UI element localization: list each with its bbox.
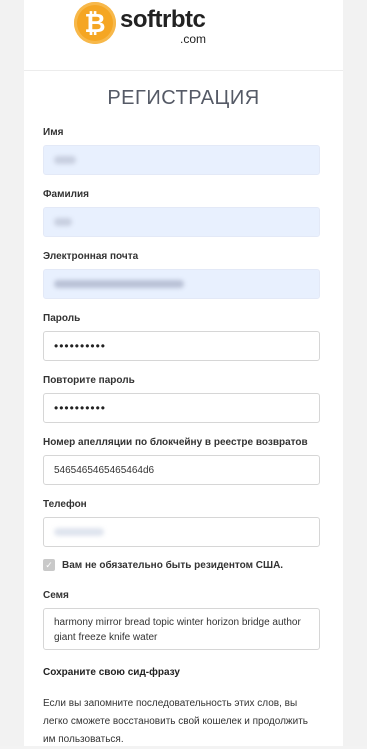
bitcoin-icon: ₿ xyxy=(74,2,116,44)
save-seed-text: Если вы запомните последовательность эти… xyxy=(43,698,308,745)
right-gutter xyxy=(342,0,367,746)
first-name-field[interactable] xyxy=(43,145,320,175)
brand-logo[interactable]: ₿ softrbtc .com xyxy=(74,2,284,46)
password-repeat-value: •••••••••• xyxy=(54,401,107,415)
last-name-label: Фамилия xyxy=(43,189,89,200)
brand-domain: .com xyxy=(180,32,207,46)
appeal-number-field[interactable]: 5465465465465464d6 xyxy=(43,455,320,485)
last-name-field[interactable] xyxy=(43,207,320,237)
main-content: ₿ softrbtc .com РЕГИСТРАЦИЯ Имя Фамилия … xyxy=(24,0,343,746)
appeal-number-value: 5465465465465464d6 xyxy=(54,464,155,476)
page-title: РЕГИСТРАЦИЯ xyxy=(107,87,260,109)
password-value: •••••••••• xyxy=(54,339,107,353)
phone-label: Телефон xyxy=(43,499,87,510)
email-label: Электронная почта xyxy=(43,251,139,262)
password-field[interactable]: •••••••••• xyxy=(43,331,320,361)
brand-name: softrbtc xyxy=(120,6,206,33)
seed-field[interactable]: harmony mirror bread topic winter horizo… xyxy=(43,608,320,650)
us-resident-row[interactable]: ✓ Вам не обязательно быть резидентом США… xyxy=(43,559,283,571)
left-gutter xyxy=(0,0,25,746)
blurred-value xyxy=(54,156,76,164)
phone-field[interactable] xyxy=(43,517,320,547)
page: ₿ softrbtc .com РЕГИСТРАЦИЯ Имя Фамилия … xyxy=(0,0,367,746)
first-name-label: Имя xyxy=(43,127,64,138)
registration-card: РЕГИСТРАЦИЯ Имя Фамилия Электронная почт… xyxy=(24,70,343,746)
blurred-value xyxy=(54,528,104,536)
password-repeat-label: Повторите пароль xyxy=(43,375,135,386)
email-field[interactable] xyxy=(43,269,320,299)
seed-label: Семя xyxy=(43,590,69,601)
us-resident-checkbox[interactable]: ✓ xyxy=(43,559,55,571)
save-seed-title: Сохраните свою сид-фразу xyxy=(43,667,180,678)
blurred-value xyxy=(54,280,184,288)
appeal-number-label: Номер апелляции по блокчейну в реестре в… xyxy=(43,437,308,448)
password-repeat-field[interactable]: •••••••••• xyxy=(43,393,320,423)
password-label: Пароль xyxy=(43,313,81,324)
us-resident-label: Вам не обязательно быть резидентом США. xyxy=(62,559,284,571)
blurred-value xyxy=(54,218,72,226)
